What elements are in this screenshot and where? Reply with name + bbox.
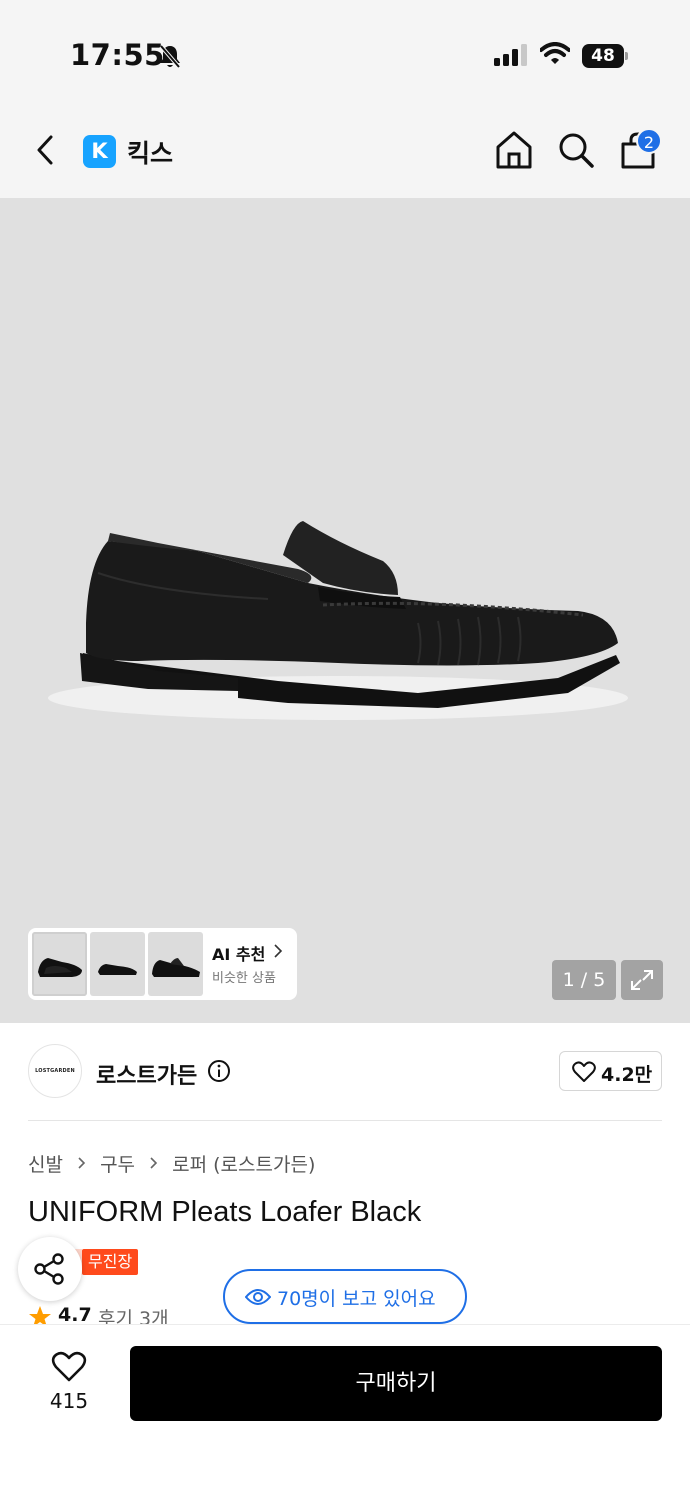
viewers-pill: 70명이 보고 있어요 — [223, 1269, 467, 1324]
shipping-badge: 무진장 — [51, 1249, 139, 1275]
review-count: 후기 3개 — [98, 1308, 169, 1325]
bottom-action-bar: 415 구매하기 — [0, 1324, 690, 1500]
heart-icon[interactable] — [51, 1351, 87, 1383]
wifi-icon — [540, 42, 570, 64]
share-icon — [34, 1253, 64, 1285]
kids-logo[interactable]: K — [83, 135, 116, 168]
breadcrumb-item[interactable]: 로퍼 (로스트가든) — [172, 1150, 315, 1177]
cart-count-badge: 2 — [636, 128, 662, 154]
chevron-right-icon — [149, 1153, 158, 1175]
product-image — [48, 521, 628, 720]
product-title: UNIFORM Pleats Loafer Black — [28, 1196, 422, 1228]
status-time: 17:55 — [70, 38, 165, 72]
expand-icon — [631, 970, 653, 990]
info-icon[interactable] — [207, 1059, 231, 1083]
rating-value: 4.7 — [58, 1304, 92, 1325]
search-icon[interactable] — [556, 130, 596, 170]
bell-slash-icon — [159, 44, 181, 69]
thumbnail-3[interactable] — [148, 932, 203, 996]
battery-level: 48 — [582, 44, 624, 68]
brand-row: LOSTGARDEN 로스트가든 4.2만 — [0, 1023, 690, 1121]
product-image-gallery[interactable]: AI 추천 비슷한 상품 1 / 5 — [0, 198, 690, 1023]
viewers-count-text: 70명이 보고 있어요 — [277, 1288, 436, 1310]
breadcrumb: 신발 구두 로퍼 (로스트가든) — [28, 1150, 315, 1176]
share-button[interactable] — [18, 1237, 82, 1301]
back-chevron-icon[interactable] — [34, 134, 56, 166]
divider — [28, 1120, 662, 1121]
ai-recommend-title: AI 추천 — [212, 945, 266, 964]
brand-like-count: 4.2만 — [601, 1064, 653, 1086]
breadcrumb-item[interactable]: 구두 — [100, 1150, 135, 1177]
wishlist-count: 415 — [49, 1389, 89, 1413]
nav-title[interactable]: 킥스 — [127, 134, 173, 170]
chevron-right-icon — [77, 1153, 86, 1175]
status-bar: 17:55 48 — [0, 0, 690, 100]
brand-name[interactable]: 로스트가든 — [96, 1058, 197, 1090]
cellular-signal-icon — [494, 44, 527, 66]
eye-icon — [245, 1289, 271, 1305]
brand-like-button[interactable]: 4.2만 — [559, 1051, 662, 1091]
heart-icon — [572, 1061, 596, 1082]
breadcrumb-item[interactable]: 신발 — [28, 1150, 63, 1177]
star-icon — [29, 1306, 51, 1325]
home-icon[interactable] — [495, 130, 533, 170]
buy-button[interactable]: 구매하기 — [130, 1346, 662, 1421]
image-page-indicator: 1 / 5 — [552, 960, 616, 1000]
ai-recommend-card[interactable]: AI 추천 비슷한 상품 — [28, 928, 297, 1000]
rating-row[interactable]: 4.7 후기 3개 — [28, 1303, 228, 1325]
thumbnail-2[interactable] — [90, 932, 145, 996]
thumbnail-1[interactable] — [32, 932, 87, 996]
brand-logo[interactable]: LOSTGARDEN — [28, 1044, 82, 1098]
battery-icon: 48 — [582, 44, 628, 68]
thumbnail-shoe-image — [152, 958, 200, 977]
expand-image-button[interactable] — [621, 960, 663, 1000]
ai-recommend-subtitle: 비슷한 상품 — [212, 971, 276, 986]
thumbnail-shoe-image — [98, 964, 137, 975]
chevron-right-icon — [274, 944, 283, 958]
top-nav: K 킥스 2 — [0, 100, 690, 198]
thumbnail-shoe-image — [38, 958, 82, 977]
